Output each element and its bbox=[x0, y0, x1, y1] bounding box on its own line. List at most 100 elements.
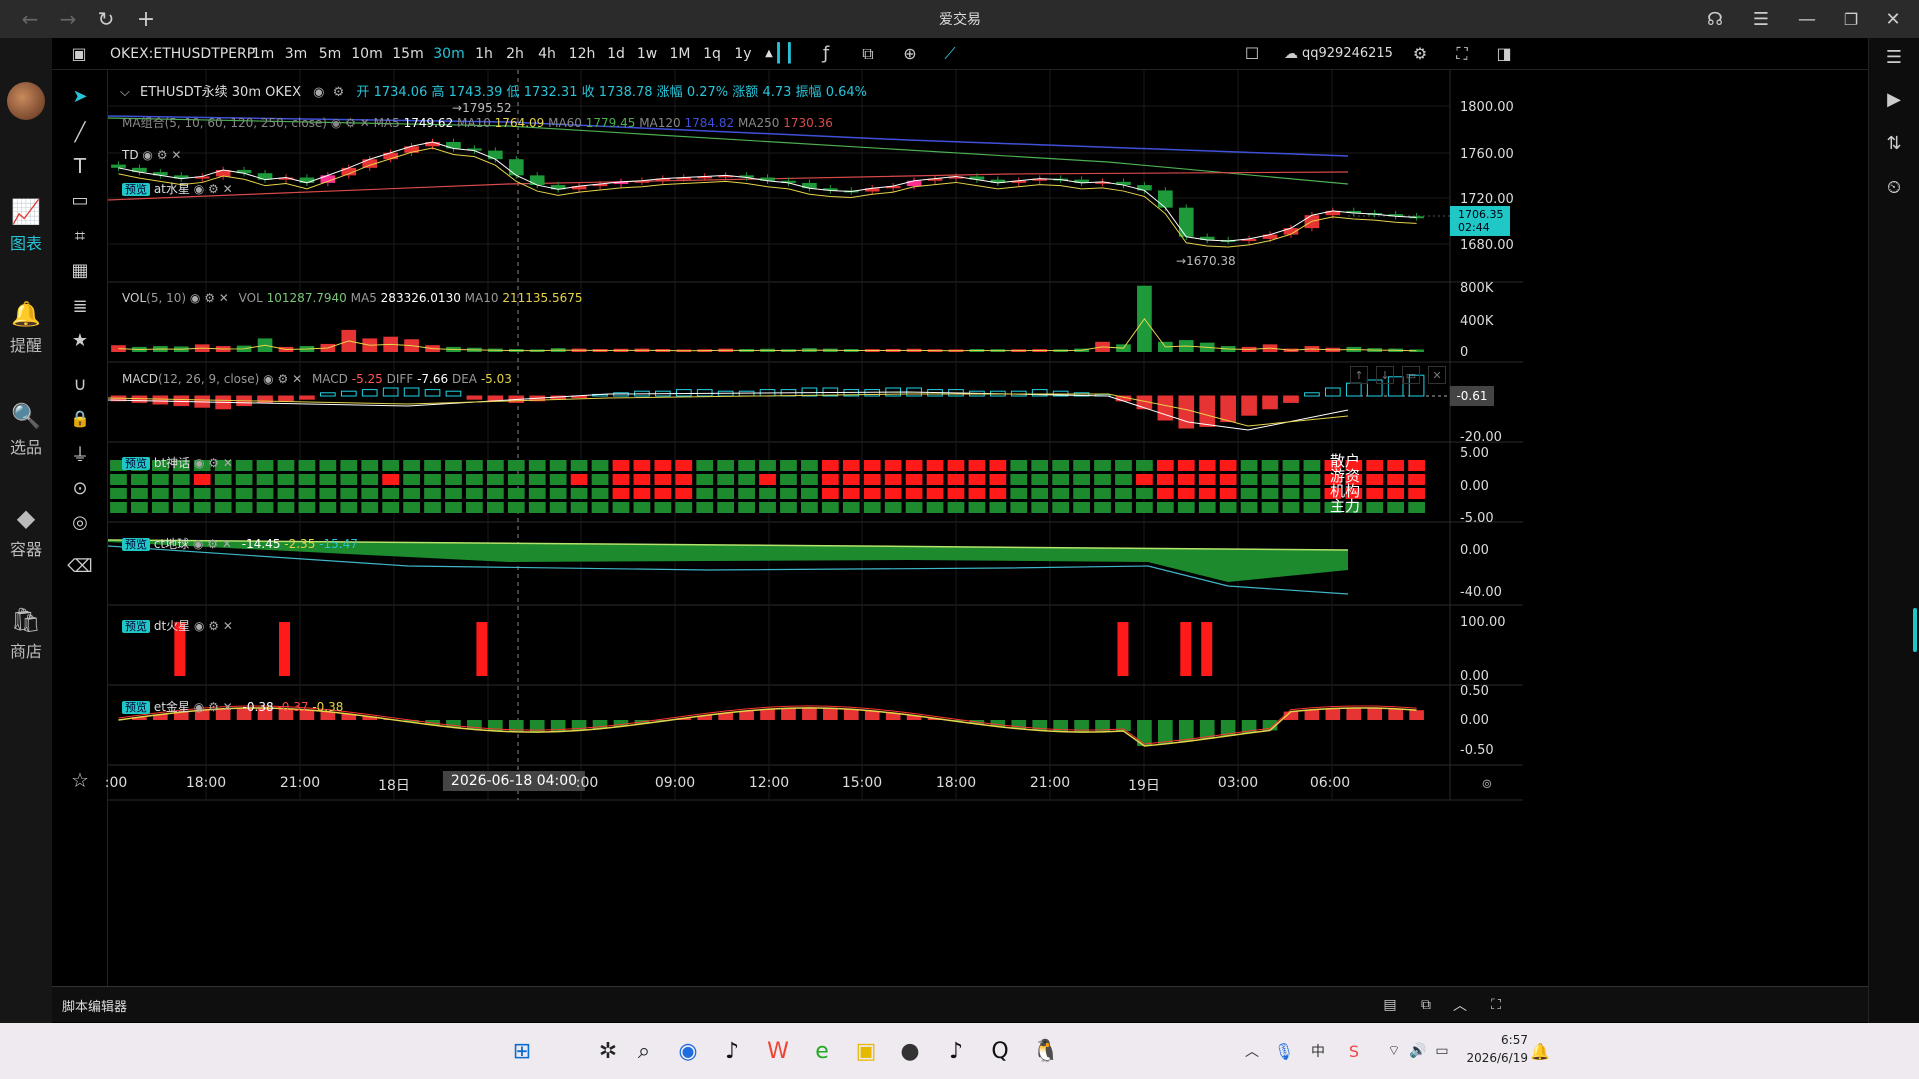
save-icon[interactable]: ▤ bbox=[1380, 995, 1400, 1015]
filter-icon[interactable]: ⏚ bbox=[68, 442, 92, 466]
move-down-icon[interactable]: ↓ bbox=[1376, 366, 1394, 384]
close-icon[interactable]: ✕ bbox=[223, 700, 233, 714]
wifi-icon[interactable]: ⌔ bbox=[1384, 1023, 1404, 1079]
line-tool-icon[interactable]: ╱ bbox=[68, 120, 92, 144]
gear-icon[interactable]: ⚙ bbox=[208, 700, 219, 714]
minimize-icon[interactable]: — bbox=[1794, 6, 1820, 32]
windows-start-icon[interactable]: ⊞ bbox=[500, 1023, 544, 1079]
eye-icon[interactable]: ◉ bbox=[194, 700, 204, 714]
refresh-icon[interactable]: ↻ bbox=[94, 6, 118, 32]
close-icon[interactable]: ✕ bbox=[222, 537, 232, 551]
eye-icon[interactable]: ◉ bbox=[193, 537, 203, 551]
interval-1q[interactable]: 1q bbox=[698, 38, 726, 70]
compare-icon[interactable]: ⧉ bbox=[856, 38, 880, 70]
play-icon[interactable]: ▶ bbox=[1881, 86, 1907, 112]
forward-icon[interactable]: → bbox=[56, 6, 80, 32]
tiktok-icon[interactable]: ♪ bbox=[712, 1023, 752, 1079]
interval-30m[interactable]: 30m bbox=[430, 38, 468, 70]
drawing-icon[interactable]: ⟋ bbox=[938, 38, 962, 70]
browser-icon[interactable]: e bbox=[802, 1023, 842, 1079]
settings-icon[interactable]: ⚙ bbox=[1408, 38, 1432, 70]
battery-icon[interactable]: ▭ bbox=[1432, 1023, 1452, 1079]
close-icon[interactable]: ✕ bbox=[292, 372, 302, 386]
tray-expand-icon[interactable]: ︿ bbox=[1240, 1023, 1264, 1079]
expand-icon[interactable]: ︿ bbox=[1450, 995, 1470, 1015]
interval-5m[interactable]: 5m bbox=[314, 38, 346, 70]
close-pane-icon[interactable]: ✕ bbox=[1428, 366, 1446, 384]
magnet-icon[interactable]: ∪ bbox=[68, 372, 92, 396]
lock-icon[interactable]: 🔒 bbox=[68, 406, 92, 430]
app-obs-icon[interactable]: ● bbox=[890, 1023, 930, 1079]
alert-add-icon[interactable]: ⊕ bbox=[898, 38, 922, 70]
interval-1m[interactable]: 1m bbox=[248, 38, 278, 70]
interval-1d[interactable]: 1d bbox=[602, 38, 630, 70]
hide-icon[interactable]: ◎ bbox=[68, 510, 92, 534]
gear-icon[interactable]: ⚙ bbox=[207, 537, 218, 551]
interval-3m[interactable]: 3m bbox=[280, 38, 312, 70]
app-qc-icon[interactable]: Q bbox=[980, 1023, 1020, 1079]
popout-icon[interactable]: ⧉ bbox=[1416, 995, 1436, 1015]
app-s-icon[interactable]: S bbox=[1342, 1023, 1366, 1079]
app-robot-icon[interactable]: ◉ bbox=[668, 1023, 708, 1079]
wps-icon[interactable]: W bbox=[758, 1023, 798, 1079]
interval-12h[interactable]: 12h bbox=[564, 38, 600, 70]
text-tool-icon[interactable]: T bbox=[68, 154, 92, 178]
close-icon[interactable]: ✕ bbox=[1880, 6, 1906, 32]
eye-icon[interactable]: ◉ bbox=[313, 85, 324, 100]
qq-icon[interactable]: 🐧 bbox=[1026, 1023, 1066, 1079]
scrollbar[interactable] bbox=[1913, 608, 1917, 652]
eye-icon[interactable]: ◉ bbox=[194, 182, 204, 196]
interval-15m[interactable]: 15m bbox=[388, 38, 428, 70]
gear-icon[interactable]: ⚙ bbox=[204, 291, 215, 305]
interval-2h[interactable]: 2h bbox=[500, 38, 530, 70]
eye-icon[interactable]: ◉ bbox=[263, 372, 273, 386]
eye-icon[interactable]: ◉ bbox=[194, 456, 204, 470]
gear-icon[interactable]: ⚙ bbox=[157, 148, 168, 162]
eraser-icon[interactable]: ⌫ bbox=[67, 554, 92, 578]
eye-icon[interactable]: ◉ bbox=[190, 291, 200, 305]
script-editor-label[interactable]: 脚本编辑器 bbox=[62, 996, 127, 1015]
interval-1w[interactable]: 1w bbox=[632, 38, 662, 70]
back-icon[interactable]: ← bbox=[18, 6, 42, 32]
volume-icon[interactable]: 🔊 bbox=[1408, 1023, 1428, 1079]
star-icon[interactable]: ★ bbox=[68, 328, 92, 352]
eye-icon[interactable]: ◉ bbox=[142, 148, 152, 162]
gear-icon[interactable]: ⚙ bbox=[208, 456, 219, 470]
panel-toggle-icon[interactable]: ◨ bbox=[1492, 38, 1516, 70]
symbol-selector[interactable]: OKEX:ETHUSDTPERP bbox=[110, 38, 255, 70]
close-icon[interactable]: ✕ bbox=[223, 182, 233, 196]
close-icon[interactable]: ✕ bbox=[223, 619, 233, 633]
close-icon[interactable]: ✕ bbox=[171, 148, 181, 162]
menu-icon[interactable]: ☰ bbox=[1748, 6, 1774, 32]
fullscreen-icon[interactable]: ⛶ bbox=[1450, 38, 1474, 70]
sidebar-toggle-icon[interactable]: ▣ bbox=[66, 38, 92, 70]
clock[interactable]: 6:57 2026/6/19 bbox=[1464, 1031, 1528, 1067]
eye-icon[interactable]: ◉ bbox=[331, 116, 345, 130]
target-icon[interactable]: ⊙ bbox=[68, 476, 92, 500]
gear-icon[interactable]: ⚙ bbox=[345, 116, 360, 130]
interval-1y[interactable]: 1y bbox=[728, 38, 758, 70]
nav-item-store[interactable]: 🛍 商店 bbox=[0, 606, 52, 662]
measure-tool-icon[interactable]: ⌗ bbox=[68, 224, 92, 248]
new-tab-icon[interactable]: + bbox=[134, 6, 158, 32]
nav-item-chart[interactable]: 📈 图表 bbox=[0, 198, 52, 254]
interval-10m[interactable]: 10m bbox=[348, 38, 386, 70]
close-icon[interactable]: ✕ bbox=[223, 456, 233, 470]
trade-icon[interactable]: ⇅ bbox=[1881, 130, 1907, 156]
maximize-icon[interactable]: ⛶ bbox=[1486, 995, 1506, 1015]
eye-icon[interactable]: ◉ bbox=[194, 619, 204, 633]
avatar[interactable] bbox=[7, 82, 45, 120]
collapse-icon[interactable]: ⌵ bbox=[120, 85, 130, 100]
gear-icon[interactable]: ⚙ bbox=[208, 619, 219, 633]
gear-icon[interactable]: ⚙ bbox=[333, 85, 345, 100]
user-menu[interactable]: qq929246215 bbox=[1302, 38, 1393, 70]
favorite-star-icon[interactable]: ☆ bbox=[68, 768, 92, 792]
interval-1M[interactable]: 1M bbox=[664, 38, 696, 70]
grid-tool-icon[interactable]: ▦ bbox=[68, 258, 92, 282]
candle-type-icon[interactable]: ┃┃ bbox=[772, 38, 796, 70]
nav-item-alert[interactable]: 🔔 提醒 bbox=[0, 300, 52, 356]
tiktok-icon-2[interactable]: ♪ bbox=[936, 1023, 976, 1079]
search-icon[interactable]: ⌕ bbox=[624, 1023, 664, 1079]
ime-icon[interactable]: 中 bbox=[1306, 1023, 1330, 1079]
indicator-icon[interactable]: ƒ bbox=[814, 38, 838, 70]
